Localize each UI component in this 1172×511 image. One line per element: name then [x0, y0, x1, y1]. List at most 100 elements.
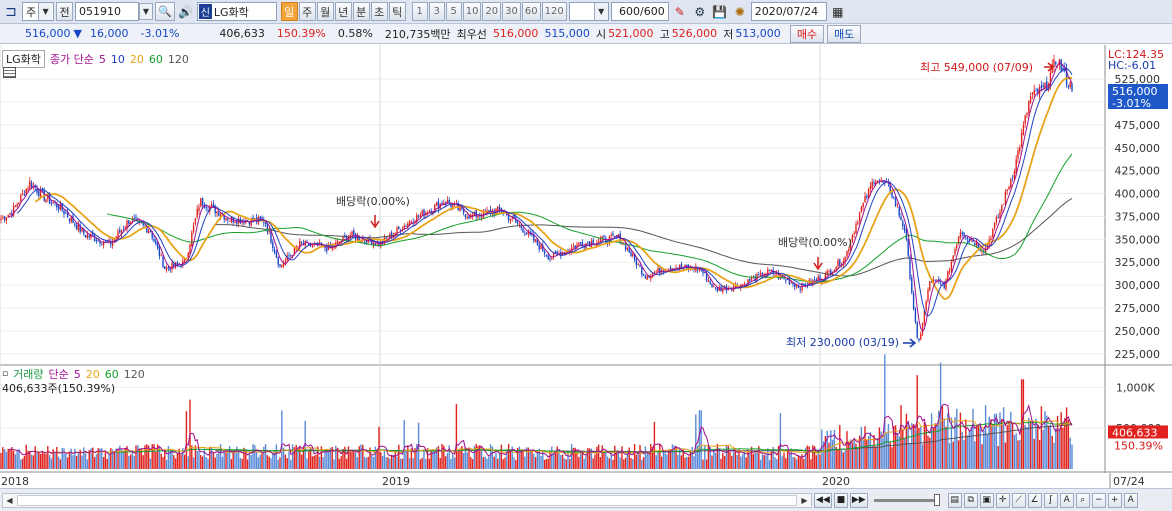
period-tab-1[interactable]: 주: [298, 2, 316, 21]
interval-10[interactable]: 10: [462, 2, 482, 21]
interval-custom[interactable]: ▼: [568, 2, 609, 21]
font-size-icon[interactable]: A: [1123, 492, 1138, 508]
period-tab-5[interactable]: 초: [370, 2, 388, 21]
search-icon[interactable]: 🔍: [155, 2, 175, 21]
candle-body: [648, 277, 650, 278]
volume-bar: [363, 456, 366, 469]
period-tab-6[interactable]: 틱: [388, 2, 406, 21]
save-icon[interactable]: 💾: [711, 2, 729, 21]
candle-body: [894, 197, 897, 207]
volume-bar: [821, 429, 823, 469]
volume-bar: [180, 454, 182, 469]
settings-icon[interactable]: ✺: [731, 2, 749, 21]
zoom-slider[interactable]: [873, 493, 940, 506]
volume-bar: [752, 453, 755, 469]
scroll-left-icon[interactable]: ◀: [3, 494, 16, 507]
chart-type-icon[interactable]: ▤: [947, 492, 962, 508]
layout-icon[interactable]: ▣: [979, 492, 994, 508]
volume-bar: [736, 454, 738, 469]
volume-bar: [759, 459, 762, 469]
volume-bar: [601, 445, 603, 469]
candle-body: [961, 232, 963, 235]
fibonacci-icon[interactable]: ʃ: [1043, 492, 1058, 508]
interval-120[interactable]: 120: [541, 2, 567, 21]
volume-bar: [837, 449, 839, 469]
interval-5[interactable]: 5: [445, 2, 462, 21]
stop-button[interactable]: ■: [833, 492, 848, 508]
candle-body: [70, 217, 72, 223]
scroll-right-icon[interactable]: ▶: [798, 494, 811, 507]
candle-body: [264, 222, 267, 225]
candle-body: [300, 242, 303, 243]
buy-button[interactable]: 매수: [789, 24, 825, 43]
trendline-icon[interactable]: ⟋: [1011, 492, 1026, 508]
zoom-slider-handle[interactable]: [933, 493, 940, 506]
compare-icon[interactable]: ⧉: [963, 492, 978, 508]
interval-1[interactable]: 1: [411, 2, 428, 21]
volume-bar: [808, 446, 810, 469]
candle-body: [124, 227, 126, 229]
forward-button[interactable]: ▶▶: [849, 492, 868, 508]
volume-bar: [902, 429, 904, 469]
chevron-down-icon[interactable]: ▼: [38, 3, 53, 20]
horizontal-scrollbar[interactable]: ◀ ▶: [2, 492, 812, 508]
volume-bar: [993, 414, 996, 469]
date-field[interactable]: 2020/07/24: [750, 2, 827, 21]
sell-button[interactable]: 매도: [827, 24, 862, 43]
volume-bar: [552, 454, 555, 469]
bracket-icon[interactable]: ⊐: [2, 2, 20, 21]
candle-body: [902, 221, 904, 227]
volume-bar: [104, 452, 107, 469]
scroll-thumb[interactable]: [17, 494, 797, 506]
mode-select[interactable]: 주 ▼: [22, 2, 54, 21]
volume-bar: [434, 452, 436, 469]
volume-bar: [327, 452, 330, 469]
volume-bar: [695, 414, 697, 469]
interval-20[interactable]: 20: [482, 2, 502, 21]
volume-bar: [720, 458, 722, 469]
volume-bar: [214, 457, 216, 469]
price-volume-chart[interactable]: 525,000500,000475,000450,000425,000400,0…: [0, 45, 1172, 488]
volume-bar: [56, 446, 58, 469]
zoom-out-icon[interactable]: −: [1091, 492, 1106, 508]
volume-bar: [59, 459, 62, 469]
magnify-icon[interactable]: ⌕: [1075, 492, 1090, 508]
draw-tool-icon[interactable]: ✎: [671, 2, 689, 21]
name-field[interactable]: 신 LG화학: [196, 2, 277, 21]
candle-body: [581, 242, 584, 247]
volume-bar: [925, 424, 927, 469]
candle-body: [273, 249, 276, 253]
rewind-button[interactable]: ◀◀: [814, 492, 832, 508]
calendar-icon[interactable]: ▦: [829, 2, 847, 21]
volume-bar: [1022, 379, 1025, 469]
grid-table-icon[interactable]: [3, 67, 16, 78]
angle-line-icon[interactable]: ∠: [1027, 492, 1042, 508]
candle-body: [893, 197, 895, 199]
volume-bar: [65, 453, 67, 469]
count-field[interactable]: 600/600: [610, 2, 669, 21]
interval-30[interactable]: 30: [502, 2, 521, 21]
period-tab-0[interactable]: 일: [280, 2, 298, 21]
interval-3[interactable]: 3: [428, 2, 445, 21]
volume-bar: [408, 458, 411, 469]
indicator-icon[interactable]: ⚙: [691, 2, 709, 21]
candle-body: [774, 274, 776, 276]
bottom-bar: ◀ ▶ ◀◀ ■ ▶▶ ▤ ⧉ ▣ ✛ ⟋ ∠ ʃ A ⌕ − + A: [0, 488, 1172, 511]
chart-area[interactable]: 525,000500,000475,000450,000425,000400,0…: [0, 45, 1172, 488]
crosshair-icon[interactable]: ✛: [995, 492, 1010, 508]
speaker-icon[interactable]: 🔊: [177, 2, 195, 21]
period-tab-4[interactable]: 분: [352, 2, 370, 21]
text-tool-icon[interactable]: A: [1059, 492, 1074, 508]
candle-body: [104, 240, 107, 242]
prev-button[interactable]: 전: [56, 2, 73, 21]
code-input[interactable]: 051910: [75, 2, 139, 21]
code-dropdown-icon[interactable]: ▼: [139, 3, 153, 20]
change-arrow-icon: ▼: [73, 27, 82, 40]
period-tab-2[interactable]: 월: [316, 2, 334, 21]
chevron-down-icon[interactable]: ▼: [593, 3, 608, 20]
zoom-in-icon[interactable]: +: [1107, 492, 1122, 508]
candle-body: [128, 220, 130, 224]
period-tab-3[interactable]: 년: [334, 2, 352, 21]
candle-body: [630, 252, 632, 256]
interval-60[interactable]: 60: [521, 2, 541, 21]
